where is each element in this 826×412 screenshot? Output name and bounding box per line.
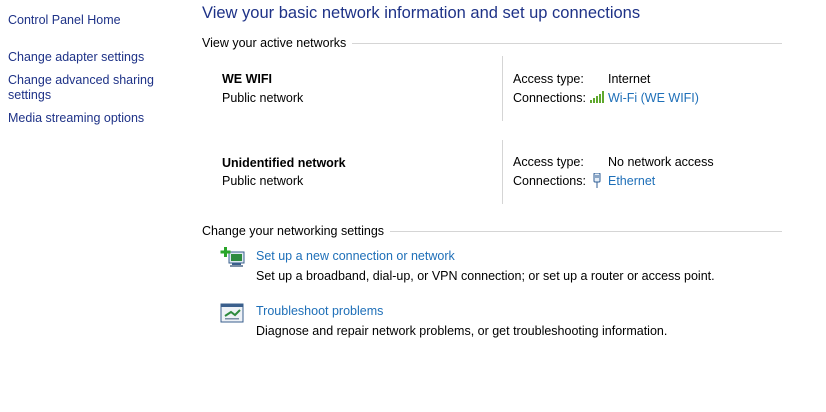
setup-new-connection-link[interactable]: Set up a new connection or network	[256, 249, 455, 263]
wifi-connection-link[interactable]: Wi-Fi (WE WIFI)	[608, 91, 699, 105]
network-category: Public network	[222, 174, 304, 188]
divider	[390, 230, 782, 232]
access-type-value: Internet	[608, 72, 651, 86]
networking-settings-heading: Change your networking settings	[202, 224, 782, 238]
ethernet-connection-link[interactable]: Ethernet	[608, 174, 655, 188]
troubleshoot-problems-link[interactable]: Troubleshoot problems	[256, 304, 383, 318]
network-category: Public network	[222, 91, 304, 105]
troubleshoot-icon	[220, 303, 244, 323]
setup-new-connection-description: Set up a broadband, dial-up, or VPN conn…	[256, 269, 715, 283]
sidebar-item-change-adapter-settings[interactable]: Change adapter settings	[8, 50, 144, 65]
active-networks-heading: View your active networks	[202, 36, 782, 50]
divider	[502, 56, 503, 121]
networking-settings-heading-label: Change your networking settings	[202, 224, 385, 238]
new-connection-icon	[220, 247, 245, 267]
troubleshoot-problems-description: Diagnose and repair network problems, or…	[256, 324, 668, 338]
main-content: View your basic network information and …	[202, 0, 782, 412]
page-title: View your basic network information and …	[202, 4, 641, 22]
access-type-value: No network access	[608, 155, 714, 169]
connections-label: Connections:	[513, 91, 586, 105]
connections-label: Connections:	[513, 174, 586, 188]
access-type-label: Access type:	[513, 72, 584, 86]
sidebar-item-change-advanced-sharing-settings[interactable]: Change advanced sharing settings	[8, 73, 158, 103]
active-networks-heading-label: View your active networks	[202, 36, 347, 50]
network-name: WE WIFI	[222, 72, 272, 86]
ethernet-icon	[593, 173, 601, 188]
access-type-label: Access type:	[513, 155, 584, 169]
divider	[352, 42, 782, 44]
divider	[502, 140, 503, 204]
network-name: Unidentified network	[222, 156, 346, 170]
wifi-signal-icon	[590, 91, 604, 103]
sidebar: Control Panel Home Change adapter settin…	[0, 0, 185, 412]
sidebar-item-media-streaming-options[interactable]: Media streaming options	[8, 111, 144, 126]
sidebar-item-control-panel-home[interactable]: Control Panel Home	[8, 13, 121, 28]
